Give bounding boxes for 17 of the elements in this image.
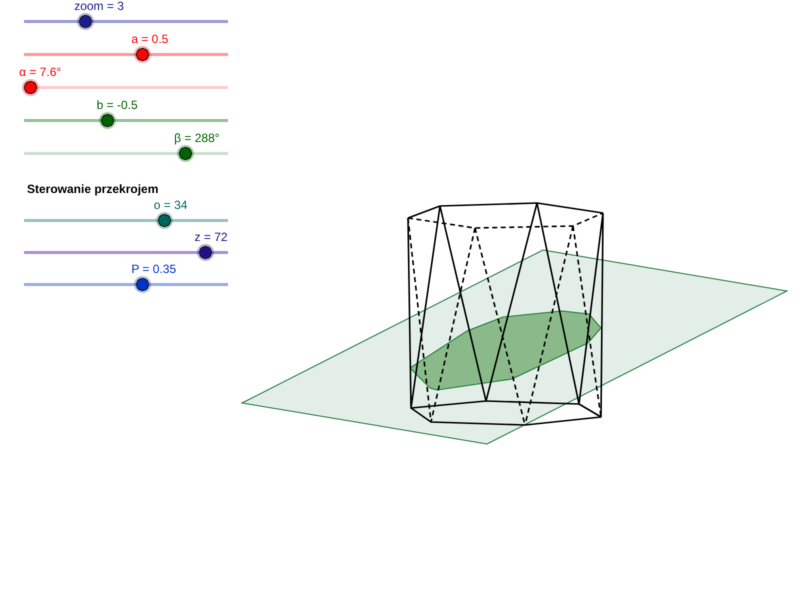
slider-label: β = 288° [174, 132, 220, 145]
slider-thumb[interactable] [156, 212, 174, 229]
slider-thumb[interactable] [134, 46, 151, 63]
slider-label: z = 72 [194, 231, 228, 244]
slider-label: P = 0.35 [131, 263, 176, 276]
slider-label: a = 0.5 [131, 33, 168, 46]
slider-thumb[interactable] [134, 276, 151, 293]
slider-label: zoom = 3 [74, 0, 124, 13]
slider-thumb[interactable] [197, 244, 214, 261]
slider-thumb[interactable] [76, 13, 94, 30]
slider-thumb[interactable] [22, 79, 39, 96]
slider-label: o = 34 [154, 199, 188, 212]
slider-label: α = 7.6° [19, 66, 62, 79]
slider-thumb[interactable] [99, 112, 116, 129]
slider-label: b = -0.5 [96, 99, 138, 112]
section-heading: Sterowanie przekrojem [27, 182, 158, 197]
slider-thumb[interactable] [176, 145, 194, 162]
